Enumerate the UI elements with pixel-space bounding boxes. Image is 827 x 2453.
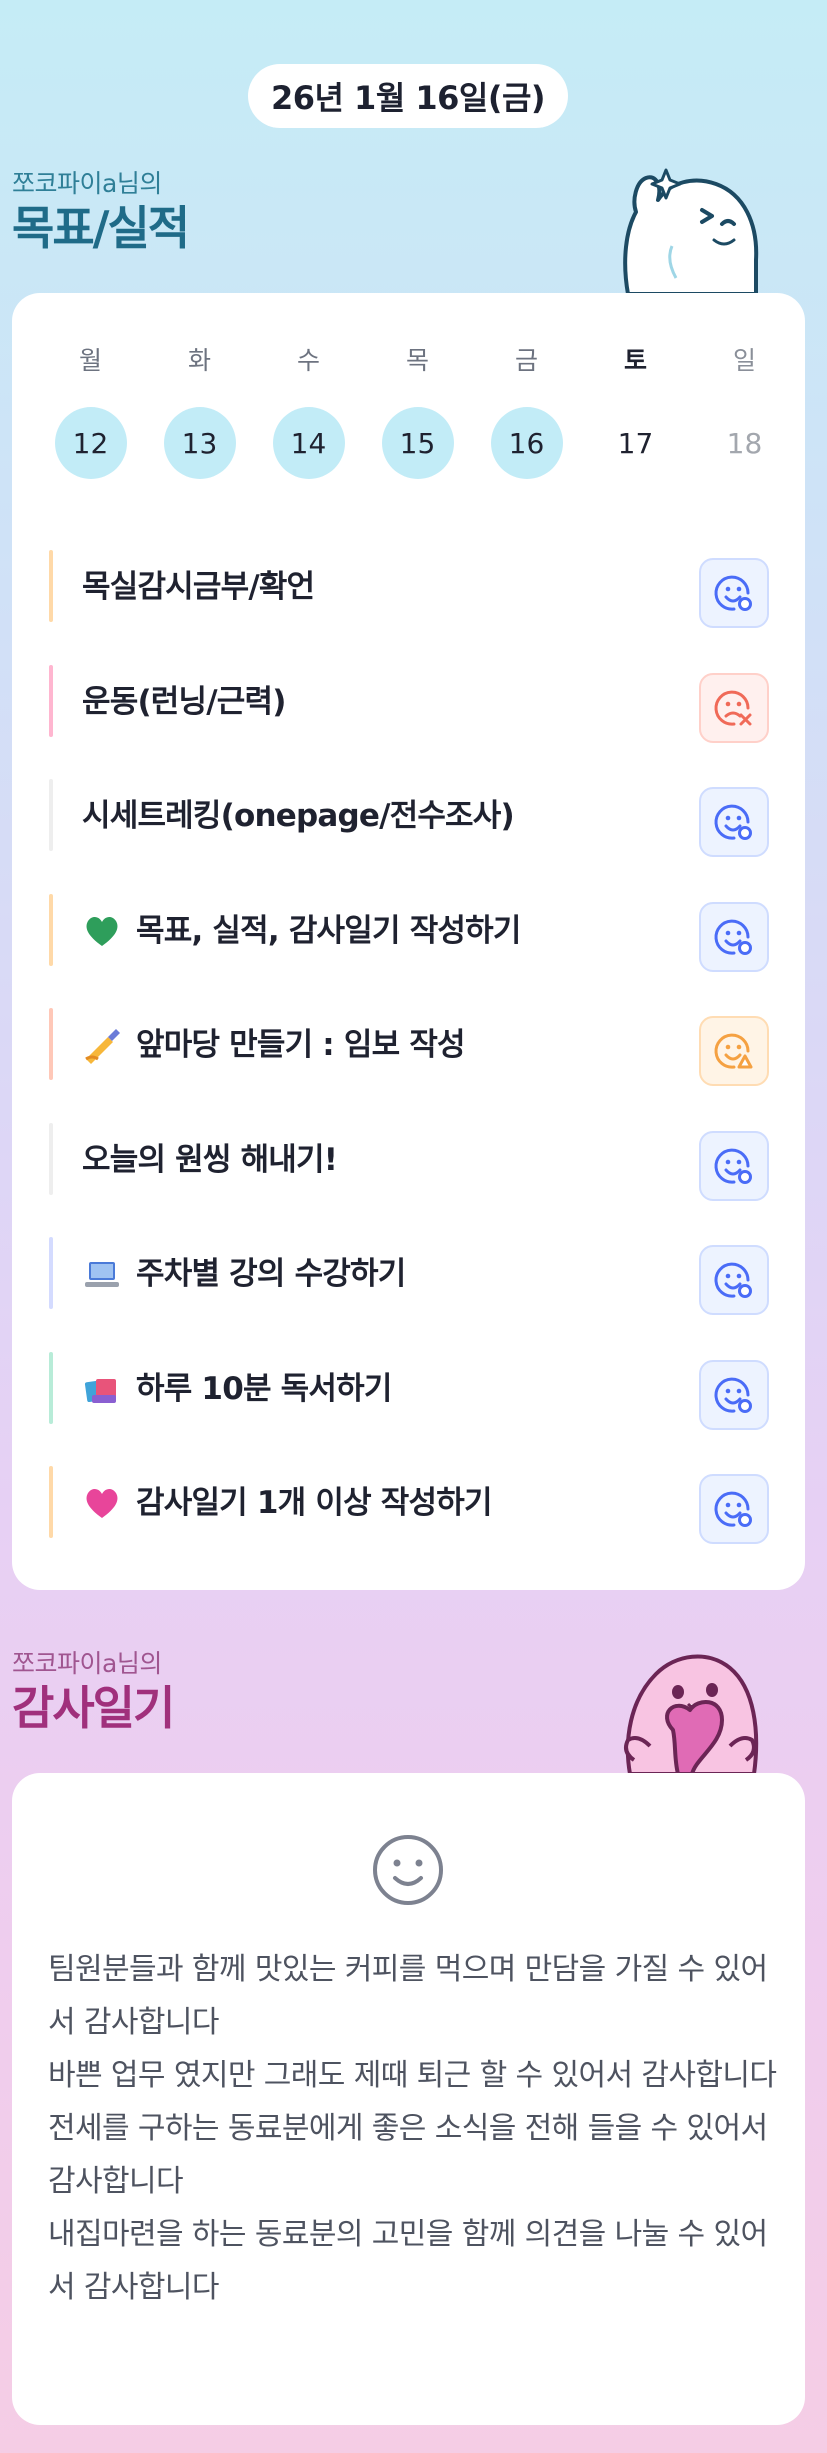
week-calendar: 월 12 화 13 수 14 목 15 금 16 토 17 일 18: [12, 341, 805, 479]
diary-line: 바쁜 업무 였지만 그래도 제때 퇴근 할 수 있어서 감사합니다: [48, 2058, 777, 2093]
day-name: 화: [187, 346, 211, 375]
goal-item[interactable]: 목표, 실적, 감사일기 작성하기: [12, 867, 805, 982]
diary-line: 팀원분들과 함께 맛있는 커피를 먹으며 만담을 가질 수 있어서 감사합니다: [48, 1952, 768, 2040]
week-day[interactable]: 일 18: [690, 341, 799, 479]
waving-mascot-icon: [623, 168, 759, 295]
week-day[interactable]: 월 12: [36, 341, 145, 479]
goals-title: 목표/실적: [12, 201, 190, 255]
week-day[interactable]: 토 17: [581, 341, 690, 479]
writing-hand-icon: [82, 1025, 122, 1065]
goal-color-bar: [49, 664, 53, 737]
books-icon: [82, 1369, 122, 1409]
status-success-icon[interactable]: [699, 1130, 769, 1201]
diary-owner: 쪼코파이a님의: [12, 1649, 162, 1678]
goal-item[interactable]: 오늘의 원씽 해내기!: [12, 1096, 805, 1211]
goal-label: 목표, 실적, 감사일기 작성하기: [136, 912, 521, 949]
smile-face-icon[interactable]: [371, 1833, 445, 1907]
diary-entries: 팀원분들과 함께 맛있는 커피를 먹으며 만담을 가질 수 있어서 감사합니다바…: [48, 1943, 778, 2314]
heart-mascot-icon: [624, 1654, 759, 1776]
goal-label: 주차별 강의 수강하기: [136, 1256, 406, 1292]
goal-label: 시세트레킹(onepage/전수조사): [82, 798, 515, 834]
diary-title: 감사일기: [12, 1681, 175, 1735]
goal-color-bar: [49, 1466, 53, 1538]
diary-card: 팀원분들과 함께 맛있는 커피를 먹으며 만담을 가질 수 있어서 감사합니다바…: [12, 1773, 805, 2425]
goal-label: 운동(런닝/근력): [82, 683, 286, 720]
day-number[interactable]: 15: [381, 407, 454, 479]
day-name: 목: [405, 346, 429, 375]
goal-item[interactable]: 시세트레킹(onepage/전수조사): [12, 752, 805, 867]
goals-section-header: 쪼코파이a님의 목표/실적: [12, 164, 190, 256]
goal-item[interactable]: 목실감시금부/확언: [12, 523, 805, 638]
goal-label: 앞마당 만들기 : 임보 작성: [136, 1027, 466, 1063]
status-success-icon[interactable]: [699, 1359, 769, 1430]
day-number[interactable]: 17: [600, 407, 672, 479]
goal-color-bar: [49, 1008, 53, 1080]
week-day[interactable]: 금 16: [472, 341, 581, 479]
date-label: 26년 1월 16일(금): [270, 79, 546, 117]
goal-label: 하루 10분 독서하기: [136, 1370, 392, 1407]
diary-line: 전세를 구하는 동료분에게 좋은 소식을 전해 들을 수 있어서 감사합니다: [48, 2111, 768, 2199]
laptop-icon: [82, 1254, 122, 1294]
goal-color-bar: [49, 1122, 53, 1195]
day-number[interactable]: 16: [490, 407, 563, 479]
diary-section-header: 쪼코파이a님의 감사일기: [12, 1644, 175, 1736]
status-partial-icon[interactable]: [699, 1016, 769, 1086]
day-name: 토: [623, 346, 647, 375]
day-name: 수: [296, 346, 320, 375]
day-name: 월: [78, 346, 102, 375]
goal-color-bar: [49, 550, 53, 622]
day-number[interactable]: 13: [163, 407, 236, 479]
status-success-icon[interactable]: [699, 1474, 769, 1544]
week-day[interactable]: 목 15: [363, 341, 472, 479]
goal-color-bar: [49, 1351, 53, 1424]
goal-label: 감사일기 1개 이상 작성하기: [136, 1485, 492, 1521]
week-day[interactable]: 수 14: [254, 341, 363, 479]
goal-item[interactable]: 운동(런닝/근력): [12, 638, 805, 753]
goals-card: 월 12 화 13 수 14 목 15 금 16 토 17 일 18 목실감시금부/확언운동(런닝/근력)…: [12, 293, 805, 1590]
status-success-icon[interactable]: [699, 787, 769, 857]
date-pill[interactable]: 26년 1월 16일(금): [248, 64, 568, 128]
day-number[interactable]: 14: [272, 407, 345, 479]
goal-item[interactable]: 하루 10분 독서하기: [12, 1325, 805, 1440]
goal-list: 목실감시금부/확언운동(런닝/근력) 시세트레킹(onepage/전수조사) 목표,…: [12, 523, 805, 1554]
goal-color-bar: [49, 893, 53, 966]
status-fail-icon[interactable]: [699, 672, 769, 743]
goal-item[interactable]: 감사일기 1개 이상 작성하기: [12, 1439, 805, 1554]
day-name: 금: [514, 346, 538, 375]
day-name: 일: [732, 346, 756, 375]
goal-color-bar: [49, 779, 53, 851]
day-number[interactable]: 12: [54, 407, 127, 479]
goal-item[interactable]: 앞마당 만들기 : 임보 작성: [12, 981, 805, 1096]
pink-heart-icon: [82, 1483, 122, 1523]
status-success-icon[interactable]: [699, 1245, 769, 1315]
status-success-icon[interactable]: [699, 558, 769, 628]
status-success-icon[interactable]: [699, 901, 769, 972]
goal-label: 목실감시금부/확언: [82, 569, 315, 605]
green-heart-icon: [82, 911, 122, 951]
day-number[interactable]: 18: [709, 407, 781, 479]
week-day[interactable]: 화 13: [145, 341, 254, 479]
goals-owner: 쪼코파이a님의: [12, 169, 162, 198]
diary-line: 내집마련을 하는 동료분의 고민을 함께 의견을 나눌 수 있어서 감사합니다: [48, 2217, 768, 2305]
goal-label: 오늘의 원씽 해내기!: [82, 1141, 338, 1178]
goal-item[interactable]: 주차별 강의 수강하기: [12, 1210, 805, 1325]
goal-color-bar: [49, 1237, 53, 1309]
